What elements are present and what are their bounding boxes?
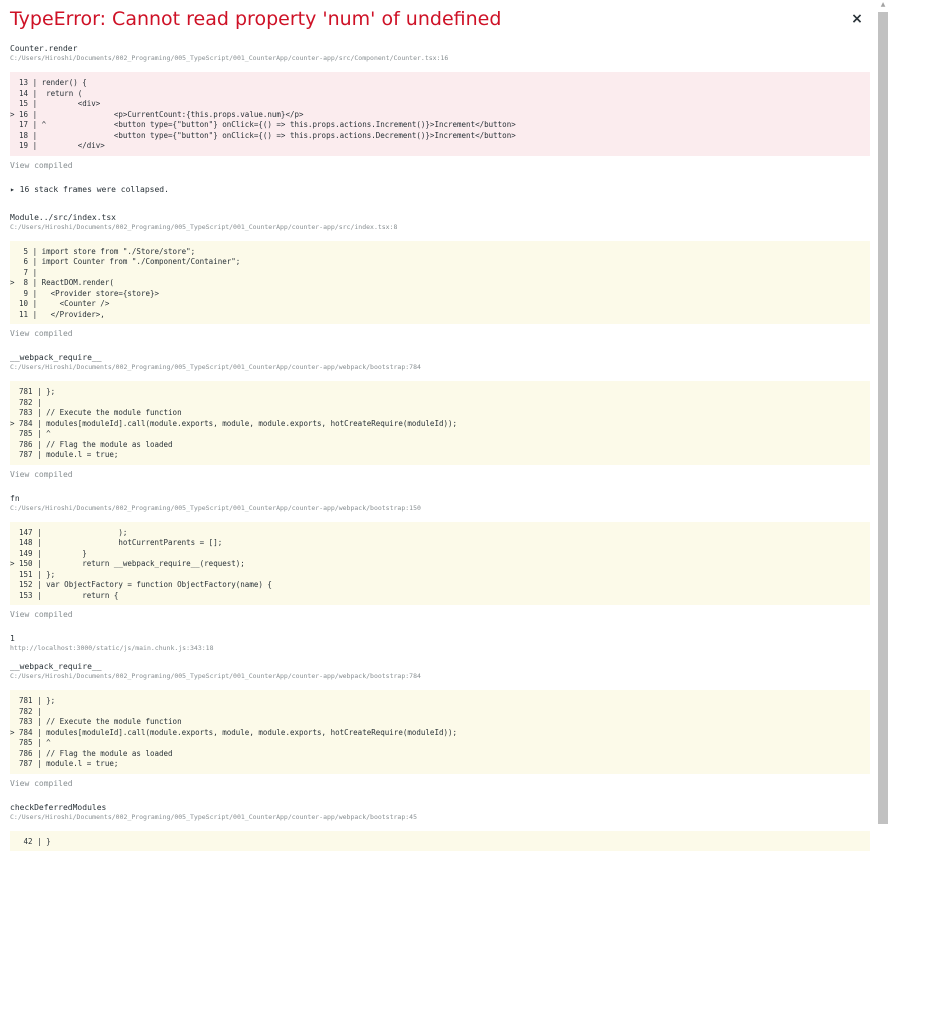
stack-frame: __webpack_require__ C:/Users/Hiroshi/Doc…: [10, 353, 870, 480]
frame-location[interactable]: C:/Users/Hiroshi/Documents/002_Programin…: [10, 223, 870, 232]
scroll-up-arrow-icon[interactable]: ▲: [878, 0, 888, 10]
stack-frame: Module../src/index.tsx C:/Users/Hiroshi/…: [10, 213, 870, 340]
code-line: 782 |: [10, 706, 42, 716]
view-compiled-link[interactable]: View compiled: [10, 329, 870, 339]
code-line-highlighted: > 784 | modules[moduleId].call(module.ex…: [10, 418, 458, 428]
code-line: 783 | // Execute the module function: [10, 408, 182, 417]
stack-frame: checkDeferredModules C:/Users/Hiroshi/Do…: [10, 802, 870, 851]
close-icon[interactable]: ×: [850, 11, 864, 27]
code-line: 782 |: [10, 397, 42, 407]
code-line: 787 | module.l = true;: [10, 759, 119, 768]
code-snippet: 42 | }: [10, 830, 870, 851]
code-line: 14 | return (: [10, 88, 83, 98]
frame-location[interactable]: C:/Users/Hiroshi/Documents/002_Programin…: [10, 672, 870, 681]
code-line: 42 | }: [10, 836, 51, 846]
code-line-highlighted: > 8 | ReactDOM.render(: [10, 278, 114, 287]
code-line-highlighted: > 16 | <p>CurrentCount:{this.props.value…: [10, 109, 304, 119]
code-line: 783 | // Execute the module function: [10, 717, 182, 726]
code-snippet: 781 | }; 782 | 783 | // Execute the modu…: [10, 381, 870, 465]
frame-name: fn: [10, 493, 20, 503]
code-line: 15 | <div>: [10, 99, 101, 108]
code-line: 153 | return {: [10, 590, 119, 600]
view-compiled-link[interactable]: View compiled: [10, 610, 870, 620]
code-line: 10 | <Counter />: [10, 299, 110, 308]
stack-frame: fn C:/Users/Hiroshi/Documents/002_Progra…: [10, 494, 870, 621]
code-line-highlighted: > 150 | return __webpack_require__(reque…: [10, 559, 245, 568]
frame-location[interactable]: C:/Users/Hiroshi/Documents/002_Programin…: [10, 54, 870, 63]
view-compiled-link[interactable]: View compiled: [10, 470, 870, 480]
code-line: 9 | <Provider store={store}>: [10, 288, 160, 298]
frame-name: Counter.render: [10, 44, 78, 53]
stack-trace: Counter.render C:/Users/Hiroshi/Document…: [10, 44, 870, 856]
frame-name: 1: [10, 634, 15, 643]
error-title: TypeError: Cannot read property 'num' of…: [10, 8, 502, 30]
frame-location[interactable]: C:/Users/Hiroshi/Documents/002_Programin…: [10, 504, 870, 513]
scrollbar-thumb[interactable]: [878, 12, 888, 824]
code-line: 786 | // Flag the module as loaded: [10, 748, 173, 758]
code-snippet: 13 | render() { 14 | return ( 15 | <div>…: [10, 72, 870, 156]
code-line: 19 | </div>: [10, 141, 105, 150]
frame-name: checkDeferredModules: [10, 802, 107, 812]
frame-location[interactable]: http://localhost:3000/static/js/main.chu…: [10, 644, 870, 653]
code-line: 7 |: [10, 267, 38, 277]
view-compiled-link[interactable]: View compiled: [10, 779, 870, 789]
stack-frame: __webpack_require__ C:/Users/Hiroshi/Doc…: [10, 662, 870, 789]
code-line: 785 | ^: [10, 429, 51, 438]
frame-name: Module../src/index.tsx: [10, 212, 116, 222]
view-compiled-link[interactable]: View compiled: [10, 161, 870, 171]
code-line: 5 | import store from "./Store/store";: [10, 246, 196, 256]
code-line: 151 | };: [10, 569, 56, 579]
code-line-highlighted: > 784 | modules[moduleId].call(module.ex…: [10, 727, 458, 737]
code-line: 6 | import Counter from "./Component/Con…: [10, 257, 241, 266]
code-line: 11 | </Provider>,: [10, 309, 105, 319]
code-line: 18 | <button type={"button"} onClick={()…: [10, 130, 516, 140]
frame-name: __webpack_require__: [10, 662, 102, 671]
frame-location[interactable]: C:/Users/Hiroshi/Documents/002_Programin…: [10, 363, 870, 372]
code-snippet: 781 | }; 782 | 783 | // Execute the modu…: [10, 690, 870, 774]
stack-frame: 1 http://localhost:3000/static/js/main.c…: [10, 634, 870, 653]
collapsed-frames-toggle[interactable]: ▸ 16 stack frames were collapsed.: [10, 185, 870, 195]
code-line: 785 | ^: [10, 738, 51, 747]
code-snippet: 147 | ); 148 | hotCurrentParents = []; 1…: [10, 521, 870, 605]
code-line: 149 | }: [10, 548, 87, 558]
frame-name: __webpack_require__: [10, 353, 102, 362]
code-line: 13 | render() {: [10, 78, 87, 87]
code-line: 147 | );: [10, 527, 128, 537]
code-line: 148 | hotCurrentParents = [];: [10, 538, 223, 547]
code-line: 152 | var ObjectFactory = function Objec…: [10, 580, 272, 589]
frame-location[interactable]: C:/Users/Hiroshi/Documents/002_Programin…: [10, 813, 870, 822]
stack-frame: Counter.render C:/Users/Hiroshi/Document…: [10, 44, 870, 171]
code-line: 787 | module.l = true;: [10, 450, 119, 459]
code-snippet: 5 | import store from "./Store/store"; 6…: [10, 240, 870, 324]
code-line: 781 | };: [10, 387, 56, 396]
code-line: 17 | ^ <button type={"button"} onClick={…: [10, 120, 516, 129]
code-line: 781 | };: [10, 696, 56, 705]
code-line: 786 | // Flag the module as loaded: [10, 439, 173, 449]
